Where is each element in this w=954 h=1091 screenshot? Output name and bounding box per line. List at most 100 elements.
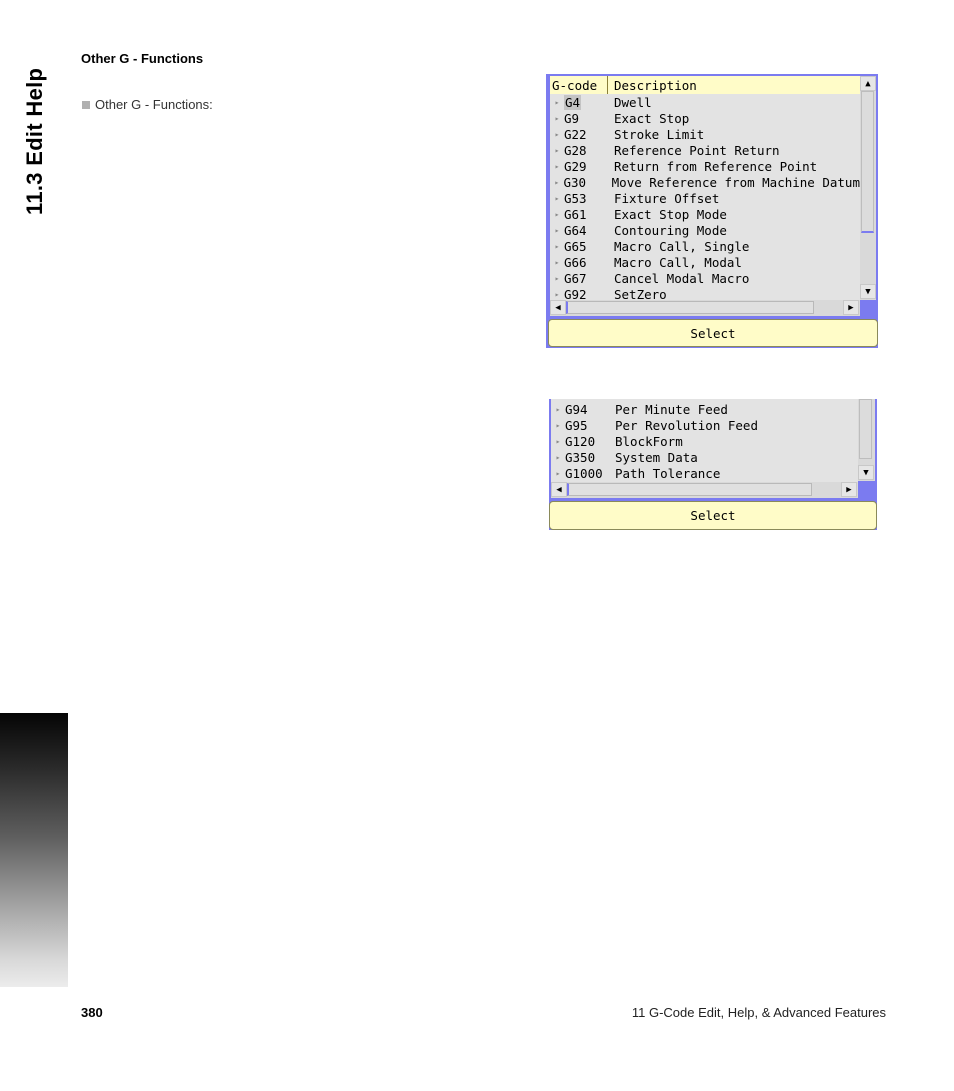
row-marker-icon: ▸ — [554, 97, 560, 107]
select-button[interactable]: Select — [549, 501, 877, 530]
horizontal-scroll-thumb[interactable] — [566, 301, 814, 314]
triangle-up-icon: ▲ — [865, 78, 871, 89]
list-item[interactable]: ▸ G22 Stroke Limit — [550, 126, 860, 142]
description-cell: Stroke Limit — [614, 126, 705, 142]
list-item[interactable]: ▸ G61 Exact Stop Mode — [550, 206, 860, 222]
gcode-list[interactable]: ▸ G4 Dwell ▸ G9 Exact Stop ▸ G22 Stroke Limit ▸ G2… — [550, 94, 860, 300]
list-item[interactable]: ▸ G29 Return from Reference Point — [550, 158, 860, 174]
horizontal-scroll-thumb[interactable] — [567, 483, 812, 496]
gcode-value: G30 — [563, 174, 587, 190]
select-button[interactable]: Select — [548, 319, 878, 347]
list-item[interactable]: ▸ G95 Per Revolution Feed — [551, 417, 858, 433]
column-header-description[interactable]: Description — [608, 78, 697, 93]
list-item[interactable]: ▸ G66 Macro Call, Modal — [550, 254, 860, 270]
scroll-left-button[interactable]: ◀ — [550, 300, 566, 315]
list-item[interactable]: ▸ G30 Move Reference from Machine Datum — [550, 174, 860, 190]
gcode-cell: G67 — [564, 271, 614, 286]
gcode-cell: G120 — [565, 434, 615, 449]
gcode-value: G22 — [564, 126, 587, 142]
row-marker-icon: ▸ — [554, 129, 560, 139]
description-cell: BlockForm — [615, 433, 683, 449]
row-marker-icon: ▸ — [554, 273, 560, 283]
description-cell: Macro Call, Modal — [614, 254, 742, 270]
description-cell: Fixture Offset — [614, 190, 720, 206]
vertical-scroll-thumb[interactable] — [859, 399, 872, 459]
gcode-list[interactable]: ▸ G94 Per Minute Feed ▸ G95 Per Revolution Fe… — [551, 399, 858, 483]
row-marker-icon: ▸ — [555, 436, 561, 446]
column-header-gcode[interactable]: G-code — [550, 76, 608, 94]
gcode-value: G120 — [565, 433, 596, 449]
chapter-tab-gradient — [0, 713, 68, 987]
gcode-cell: G9 — [564, 111, 614, 126]
scroll-right-button[interactable]: ▶ — [841, 482, 857, 497]
gcode-cell: G1000 — [565, 466, 615, 481]
row-marker-icon: ▸ — [554, 225, 560, 235]
vertical-scrollbar[interactable]: ▼ — [858, 399, 875, 481]
list-item[interactable]: ▸ G67 Cancel Modal Macro — [550, 270, 860, 286]
list-item[interactable]: ▸ G350 System Data — [551, 449, 858, 465]
gcode-value: G67 — [564, 270, 587, 286]
gcode-cell: G64 — [564, 223, 614, 238]
bullet-item: Other G - Functions: — [82, 97, 213, 112]
list-item[interactable]: ▸ G92 SetZero — [550, 286, 860, 301]
row-marker-icon: ▸ — [554, 257, 560, 267]
gcode-value: G28 — [564, 142, 587, 158]
list-item[interactable]: ▸ G64 Contouring Mode — [550, 222, 860, 238]
triangle-right-icon: ▶ — [848, 302, 854, 313]
horizontal-scrollbar[interactable]: ◀ ▶ — [551, 482, 858, 498]
gcode-value: G29 — [564, 158, 587, 174]
bullet-text: Other G - Functions: — [95, 97, 213, 112]
triangle-left-icon: ◀ — [555, 302, 561, 313]
list-item[interactable]: ▸ G4 Dwell — [550, 94, 860, 110]
gcode-value: G9 — [564, 110, 580, 126]
list-item[interactable]: ▸ G53 Fixture Offset — [550, 190, 860, 206]
description-cell: Path Tolerance — [615, 465, 721, 481]
list-item[interactable]: ▸ G65 Macro Call, Single — [550, 238, 860, 254]
list-header: G-code Description — [550, 76, 860, 94]
row-marker-icon: ▸ — [555, 468, 561, 478]
description-cell: Contouring Mode — [614, 222, 727, 238]
page-number: 380 — [81, 1005, 103, 1020]
list-item[interactable]: ▸ G94 Per Minute Feed — [551, 401, 858, 417]
gcode-cell: G22 — [564, 127, 614, 142]
description-cell: Per Minute Feed — [615, 401, 728, 417]
row-marker-icon: ▸ — [555, 404, 561, 414]
scroll-down-button[interactable]: ▼ — [860, 284, 876, 299]
row-marker-icon: ▸ — [554, 177, 560, 187]
vertical-scrollbar[interactable]: ▲ ▼ — [860, 76, 876, 300]
gcode-cell: G92 — [564, 287, 614, 301]
gcode-list-panel: G-code Description ▸ G4 Dwell ▸ G9 Exact Stop… — [546, 74, 878, 348]
list-item[interactable]: ▸ G28 Reference Point Return — [550, 142, 860, 158]
vertical-scroll-thumb[interactable] — [861, 91, 874, 233]
description-cell: Cancel Modal Macro — [614, 270, 750, 286]
list-item[interactable]: ▸ G9 Exact Stop — [550, 110, 860, 126]
section-heading: Other G - Functions — [81, 51, 204, 66]
scroll-down-button[interactable]: ▼ — [858, 465, 874, 480]
row-marker-icon: ▸ — [555, 452, 561, 462]
description-cell: SetZero — [614, 286, 667, 301]
row-marker-icon: ▸ — [554, 209, 560, 219]
gcode-cell: G350 — [565, 450, 615, 465]
description-cell: Return from Reference Point — [614, 158, 818, 174]
gcode-cell: G29 — [564, 159, 614, 174]
description-cell: Macro Call, Single — [614, 238, 750, 254]
list-item[interactable]: ▸ G120 BlockForm — [551, 433, 858, 449]
row-marker-icon: ▸ — [554, 193, 560, 203]
description-cell: Exact Stop — [614, 110, 690, 126]
scroll-right-button[interactable]: ▶ — [843, 300, 859, 315]
gcode-cell: G53 — [564, 191, 614, 206]
gcode-cell: G65 — [564, 239, 614, 254]
scroll-left-button[interactable]: ◀ — [551, 482, 567, 497]
gcode-value: G65 — [564, 238, 587, 254]
scroll-up-button[interactable]: ▲ — [860, 76, 876, 91]
triangle-down-icon: ▼ — [863, 467, 869, 478]
row-marker-icon: ▸ — [554, 113, 560, 123]
gcode-cell: G30 — [563, 175, 611, 190]
gcode-value: G61 — [564, 206, 587, 222]
triangle-right-icon: ▶ — [846, 484, 852, 495]
list-item[interactable]: ▸ G1000 Path Tolerance — [551, 465, 858, 481]
row-marker-icon: ▸ — [554, 161, 560, 171]
triangle-left-icon: ◀ — [556, 484, 562, 495]
gcode-cell: G95 — [565, 418, 615, 433]
horizontal-scrollbar[interactable]: ◀ ▶ — [550, 300, 860, 316]
